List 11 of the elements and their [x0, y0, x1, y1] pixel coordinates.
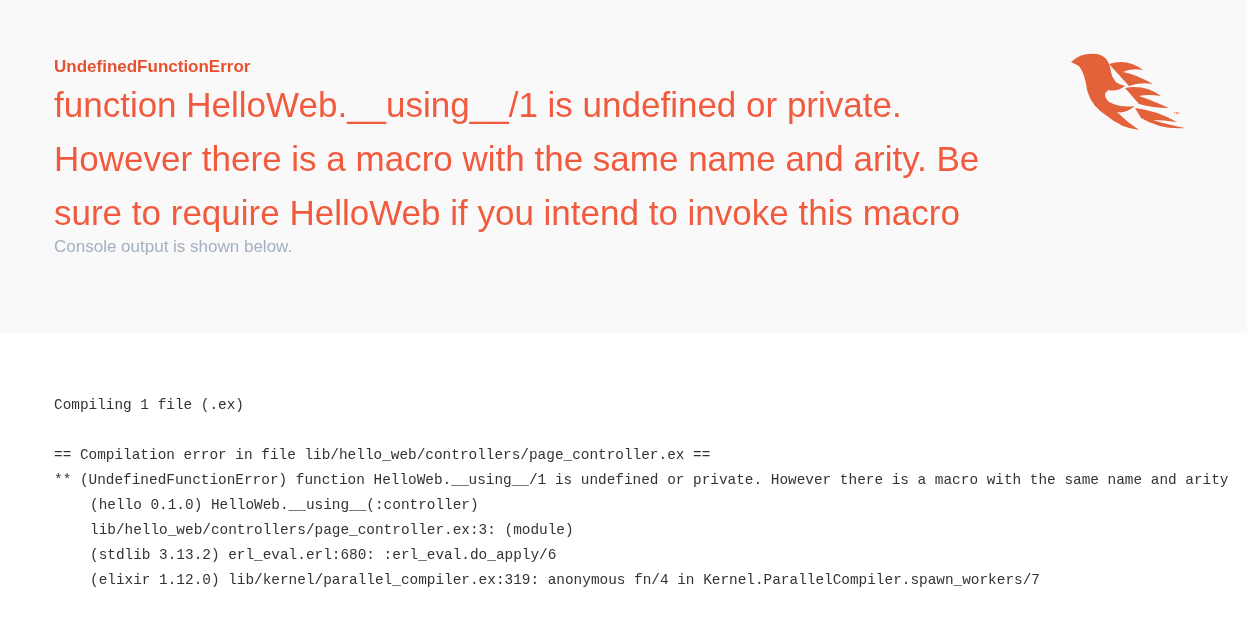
console-line: == Compilation error in file lib/hello_web/controllers/page_controller.ex == — [54, 446, 712, 465]
console-line: (elixir 1.12.0) lib/kernel/parallel_compiler.ex:319: anonymous fn/4 in Kernel.ParallelCompiler.spawn_workers/7 — [89, 571, 1041, 590]
console-line: (hello 0.1.0) HelloWeb.__using__(:controller) — [89, 496, 480, 515]
subtitle: Console output is shown below. — [54, 236, 293, 258]
console-line: lib/hello_web/controllers/page_controller.ex:3: (module) — [89, 521, 575, 540]
phoenix-logo-icon — [1071, 53, 1185, 130]
console-line: Compiling 1 file (.ex) — [54, 396, 245, 415]
console-line: ** (UndefinedFunctionError) function HelloWeb.__using__/1 is undefined or private. However there is a macro with the same name and arity — [54, 471, 1230, 490]
exception-name: UndefinedFunctionError — [54, 56, 251, 78]
console-line: (stdlib 3.13.2) erl_eval.erl:680: :erl_eval.do_apply/6 — [89, 546, 558, 565]
error-message: function HelloWeb.__using__/1 is undefined or private. However there is a macro with the same name and arity. Be sure to require HelloWeb if you intend to invoke this macro — [54, 84, 981, 234]
